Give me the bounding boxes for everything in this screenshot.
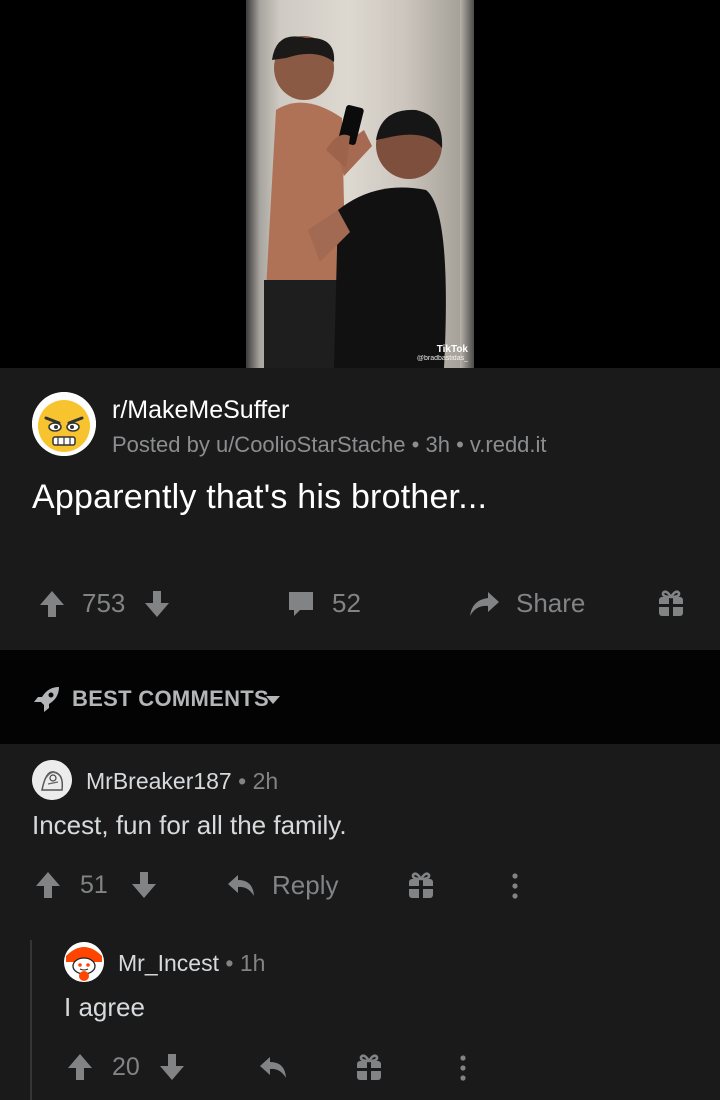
vote-group: 753: [38, 588, 171, 619]
upvote-icon[interactable]: [66, 1052, 94, 1082]
more-options-button[interactable]: [510, 872, 520, 900]
more-icon: [460, 1055, 466, 1081]
meta-separator: •: [218, 950, 240, 976]
meta-separator: •: [411, 432, 426, 457]
chevron-down-icon[interactable]: [264, 694, 282, 706]
post-age: 3h: [425, 432, 450, 457]
award-icon: [409, 872, 433, 898]
comment-age: 2h: [252, 768, 279, 794]
comment-sort-bar[interactable]: BEST COMMENTS: [0, 650, 720, 744]
comment-age: 1h: [239, 950, 266, 976]
comment-vote-group: 20: [66, 1052, 186, 1082]
comment-author[interactable]: MrBreaker187: [86, 768, 232, 794]
avatar[interactable]: [32, 760, 72, 800]
comments-list: MrBreaker187 • 2h Incest, fun for all th…: [0, 744, 720, 1100]
share-label: Share: [516, 588, 586, 618]
more-options-button[interactable]: [458, 1054, 468, 1082]
post-author[interactable]: Posted by u/CoolioStarStache: [112, 432, 406, 457]
reply-label: Reply: [272, 870, 339, 900]
upvote-icon[interactable]: [38, 589, 66, 619]
meta-separator: •: [456, 432, 470, 457]
reply-button[interactable]: Reply: [226, 870, 338, 901]
video-frame: [264, 36, 446, 368]
post-domain[interactable]: v.redd.it: [470, 432, 547, 457]
post-meta: Posted by u/CoolioStarStache • 3h • v.re…: [112, 432, 547, 458]
downvote-icon[interactable]: [143, 589, 171, 619]
video-player[interactable]: TikTok @bradbastidas_: [246, 0, 474, 368]
sketch-avatar-icon: [32, 760, 72, 800]
comment-vote-count: 51: [80, 870, 108, 899]
avatar[interactable]: [64, 942, 104, 982]
post-card: r/MakeMeSuffer Posted by u/CoolioStarSta…: [0, 368, 720, 650]
comments-button[interactable]: 52: [286, 588, 361, 619]
comment-body: Incest, fun for all the family.: [32, 810, 347, 840]
reply-button[interactable]: [258, 1054, 288, 1082]
post-vote-count: 753: [82, 588, 126, 618]
rocket-icon: [34, 687, 59, 712]
downvote-icon[interactable]: [130, 870, 158, 900]
comments-count: 52: [332, 588, 361, 618]
sort-label[interactable]: BEST COMMENTS: [72, 686, 269, 712]
meta-separator: •: [231, 768, 253, 794]
reply-icon: [260, 1057, 286, 1078]
post-title: Apparently that's his brother...: [32, 478, 488, 516]
subreddit-name[interactable]: r/MakeMeSuffer: [112, 396, 289, 425]
downvote-icon[interactable]: [158, 1052, 186, 1082]
tiktok-watermark: TikTok @bradbastidas_: [417, 344, 468, 362]
post-media[interactable]: TikTok @bradbastidas_: [0, 0, 720, 368]
award-button[interactable]: [408, 870, 434, 900]
subreddit-avatar[interactable]: [32, 392, 96, 456]
post-actions: 753 52 Share: [0, 584, 720, 624]
reply-icon: [228, 874, 254, 896]
upvote-icon[interactable]: [34, 870, 62, 900]
snoo-avatar-icon: [64, 942, 104, 982]
tiktok-logo: TikTok: [436, 344, 468, 355]
comment-author-line: Mr_Incest • 1h: [118, 950, 265, 977]
comment-vote-group: 51: [34, 870, 158, 900]
tiktok-handle: @bradbastidas_: [416, 355, 468, 362]
comment-author[interactable]: Mr_Incest: [118, 950, 219, 976]
share-icon: [470, 591, 499, 616]
award-button[interactable]: [356, 1052, 382, 1082]
award-icon: [659, 590, 683, 616]
comment-icon: [289, 591, 313, 616]
comment-vote-count: 20: [112, 1052, 140, 1081]
angry-face-icon: [32, 392, 96, 456]
more-icon: [512, 873, 518, 899]
award-icon: [357, 1054, 381, 1080]
comment-body: I agree: [64, 992, 145, 1022]
thread-line[interactable]: [30, 940, 32, 1100]
award-button[interactable]: [658, 588, 684, 618]
comment-author-line: MrBreaker187 • 2h: [86, 768, 278, 795]
share-button[interactable]: Share: [468, 588, 585, 619]
